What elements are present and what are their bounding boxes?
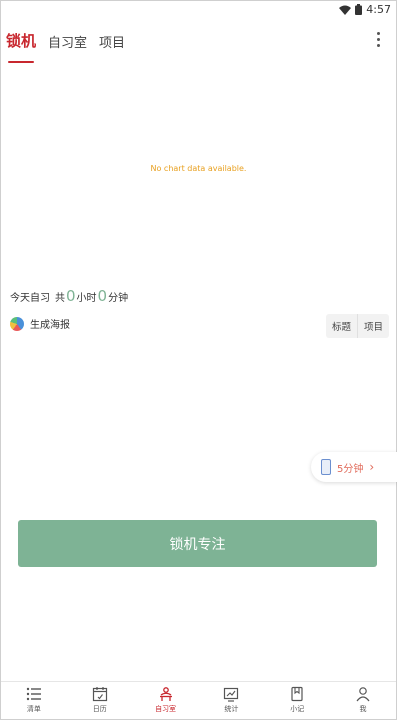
status-icons: 4:57 bbox=[339, 3, 391, 16]
minutes-unit: 分钟 bbox=[108, 293, 129, 304]
phone-icon bbox=[321, 459, 331, 475]
nav-label: 小记 bbox=[290, 705, 305, 713]
minutes-value: 0 bbox=[97, 287, 108, 305]
nav-item-list[interactable]: 清单 bbox=[1, 682, 67, 718]
tab-project[interactable]: 项目 bbox=[99, 32, 125, 51]
nav-label: 我 bbox=[359, 705, 367, 713]
tab-lock[interactable]: 锁机 bbox=[6, 30, 36, 63]
generate-poster-button[interactable]: 生成海报 bbox=[10, 316, 70, 331]
stats-icon bbox=[224, 687, 239, 702]
nav-item-calendar[interactable]: 日历 bbox=[67, 682, 133, 718]
nav-label: 日历 bbox=[92, 705, 107, 713]
status-time: 4:57 bbox=[366, 3, 391, 16]
more-menu-icon[interactable] bbox=[373, 32, 383, 50]
nav-item-me[interactable]: 我 bbox=[330, 682, 396, 718]
app-frame bbox=[0, 0, 397, 720]
tab-study-room[interactable]: 自习室 bbox=[48, 32, 87, 51]
study-room-icon bbox=[159, 687, 172, 701]
wifi-icon bbox=[339, 5, 352, 15]
lock-focus-button[interactable]: 锁机专注 bbox=[18, 520, 377, 567]
nav-item-study-room[interactable]: 自习室 bbox=[133, 682, 199, 718]
chart-empty-message: No chart data available. bbox=[150, 164, 247, 173]
chevron-right-icon: › bbox=[369, 460, 375, 474]
today-prefix: 今天自习 bbox=[10, 293, 50, 304]
bottom-nav: 清单 日历 自习室 统计 小记 我 bbox=[1, 681, 396, 718]
total-label: 共 bbox=[55, 293, 65, 304]
group-by-toggle: 标题 项目 bbox=[325, 314, 389, 338]
pie-chart-icon bbox=[10, 316, 24, 331]
hours-value: 0 bbox=[66, 287, 76, 305]
top-tabs: 锁机 自习室 项目 bbox=[6, 30, 125, 63]
timer-duration-button[interactable]: 5分钟 › bbox=[311, 452, 397, 482]
nav-item-notes[interactable]: 小记 bbox=[264, 682, 330, 718]
nav-item-stats[interactable]: 统计 bbox=[198, 682, 264, 718]
nav-label: 清单 bbox=[26, 705, 41, 713]
status-bar: 4:57 bbox=[0, 0, 397, 22]
hours-unit: 小时 bbox=[76, 293, 97, 304]
battery-icon bbox=[355, 4, 363, 15]
nav-label: 统计 bbox=[224, 705, 239, 713]
nav-label: 自习室 bbox=[155, 705, 177, 713]
today-summary: 今天自习 共 0 小时 0 分钟 bbox=[10, 287, 128, 305]
list-icon bbox=[26, 687, 41, 701]
calendar-icon bbox=[92, 687, 107, 702]
poster-label: 生成海报 bbox=[30, 320, 70, 331]
title-toggle-button[interactable]: 标题 bbox=[325, 314, 357, 338]
project-toggle-button[interactable]: 项目 bbox=[356, 314, 389, 338]
timer-label: 5分钟 bbox=[337, 463, 364, 475]
note-icon bbox=[291, 686, 303, 702]
person-icon bbox=[356, 687, 370, 702]
